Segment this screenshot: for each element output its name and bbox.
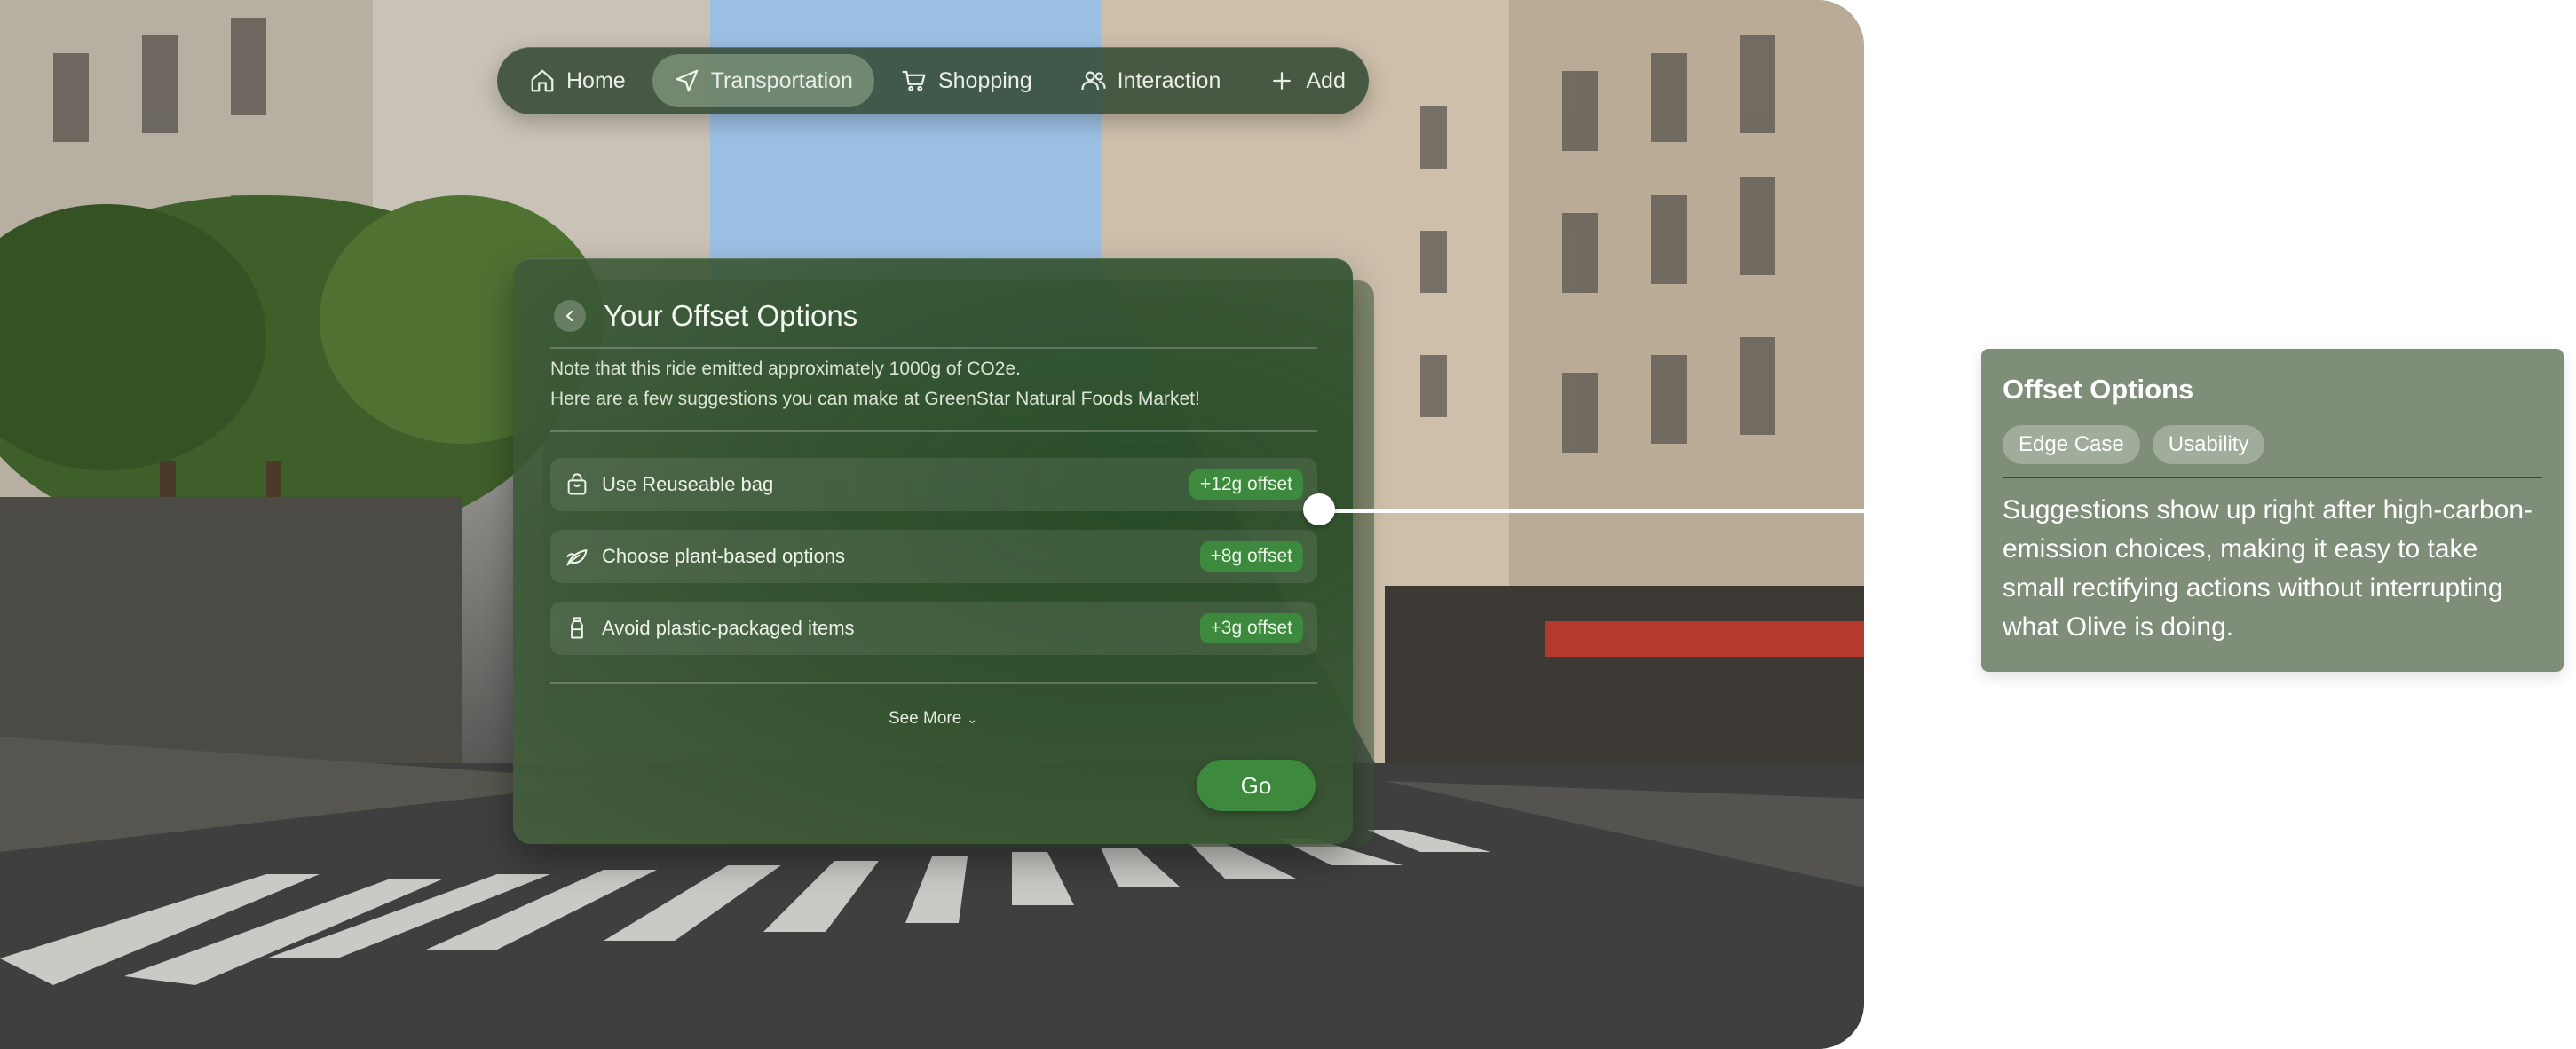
annotation-divider: [2003, 477, 2542, 478]
title-divider: [550, 347, 1317, 349]
note-line: Here are a few suggestions you can make …: [550, 389, 1200, 409]
emission-note: Note that this ride emitted approximatel…: [550, 354, 1200, 414]
nav-item-label: Home: [566, 67, 626, 93]
chevron-left-icon: [566, 311, 573, 321]
annotation-connector-dot: [1303, 493, 1335, 525]
option-label: Avoid plastic-packaged items: [602, 617, 855, 639]
nav-item-label: Add: [1306, 67, 1346, 93]
option-label: Choose plant-based options: [602, 545, 845, 567]
offset-badge: +8g offset: [1199, 541, 1303, 572]
chevron-down-icon: ⌄: [967, 712, 978, 726]
offset-badge: +12g offset: [1189, 469, 1303, 500]
bottle-icon: [571, 617, 583, 639]
offset-option-reusable-bag[interactable]: Use Reuseable bag +12g offset: [550, 458, 1317, 511]
nav-item-shopping[interactable]: Shopping: [880, 54, 1054, 107]
back-button[interactable]: [554, 300, 586, 332]
see-more-link[interactable]: See More ⌄: [513, 709, 1353, 729]
nav-item-home[interactable]: Home: [508, 54, 647, 107]
tag-edge-case: Edge Case: [2003, 425, 2140, 464]
home-icon: [531, 69, 554, 92]
options-divider: [550, 682, 1317, 684]
nav-item-transportation[interactable]: Transportation: [652, 54, 874, 107]
nav-item-label: Shopping: [937, 67, 1032, 93]
offset-options-card: Your Offset Options Note that this ride …: [513, 258, 1353, 844]
card-header: Your Offset Options: [554, 299, 857, 333]
annotation-tags: Edge Case Usability: [2003, 425, 2265, 464]
tag-usability: Usability: [2152, 425, 2265, 464]
annotation-title: Offset Options: [2003, 374, 2194, 405]
note-divider: [550, 430, 1317, 432]
nav-item-label: Transportation: [710, 67, 853, 93]
people-icon: [1081, 71, 1106, 91]
leaf-icon: [566, 549, 588, 566]
nav-item-add[interactable]: Add: [1247, 54, 1366, 107]
nav-item-label: Interaction: [1117, 67, 1221, 93]
option-label: Use Reuseable bag: [602, 473, 774, 495]
bag-icon: [567, 473, 587, 495]
offset-option-plant-based[interactable]: Choose plant-based options +8g offset: [550, 530, 1317, 583]
navigation-arrow-icon: [676, 69, 699, 92]
annotation-connector-line: [1319, 509, 1864, 513]
card-title: Your Offset Options: [604, 299, 858, 332]
shopping-cart-icon: [902, 70, 926, 91]
design-annotation-card: Offset Options Edge Case Usability Sugge…: [1981, 349, 2564, 672]
see-more-label: See More: [888, 709, 962, 728]
annotation-body: Suggestions show up right after high-car…: [2003, 495, 2533, 642]
note-line: Note that this ride emitted approximatel…: [550, 359, 1021, 379]
offset-option-avoid-plastic[interactable]: Avoid plastic-packaged items +3g offset: [550, 602, 1317, 655]
top-nav-bar: Home Transportation Shopping Interaction…: [497, 47, 1369, 114]
nav-item-interaction[interactable]: Interaction: [1059, 54, 1243, 107]
go-button[interactable]: Go: [1197, 760, 1316, 811]
offset-badge: +3g offset: [1199, 613, 1303, 643]
plus-icon: [1273, 72, 1292, 90]
